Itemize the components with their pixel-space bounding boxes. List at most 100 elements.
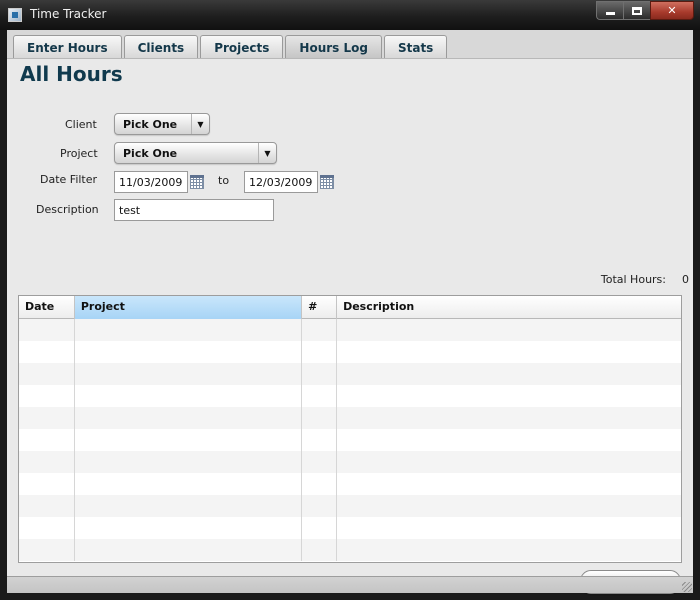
table-cell [337, 429, 681, 451]
table-cell [302, 517, 338, 539]
table-cell [302, 385, 338, 407]
table-row[interactable] [19, 341, 681, 363]
resize-grip-icon[interactable] [682, 582, 692, 592]
table-cell [19, 407, 75, 429]
window-client-area: Enter Hours Clients Projects Hours Log S… [7, 30, 693, 594]
total-hours: Total Hours: 0 [601, 273, 689, 286]
table-cell [19, 517, 75, 539]
description-label: Description [36, 203, 99, 216]
table-row[interactable] [19, 407, 681, 429]
table-cell [19, 319, 75, 341]
table-cell [75, 473, 303, 495]
tab-enter-hours[interactable]: Enter Hours [13, 35, 122, 59]
app-icon [8, 8, 22, 22]
tab-bar: Enter Hours Clients Projects Hours Log S… [13, 35, 449, 59]
project-label: Project [60, 147, 98, 160]
table-row[interactable] [19, 385, 681, 407]
client-select[interactable]: Pick One ▼ [114, 113, 210, 135]
maximize-button[interactable] [623, 1, 650, 20]
table-cell [302, 407, 338, 429]
table-row[interactable] [19, 319, 681, 341]
table-cell [337, 517, 681, 539]
table-cell [302, 341, 338, 363]
date-to-input[interactable] [244, 171, 318, 193]
table-cell [75, 363, 303, 385]
tab-clients[interactable]: Clients [123, 35, 199, 59]
minimize-button[interactable] [596, 1, 623, 20]
chevron-down-icon: ▼ [191, 114, 209, 134]
tab-stats[interactable]: Stats [383, 35, 448, 59]
date-from-input[interactable] [114, 171, 188, 193]
table-cell [337, 473, 681, 495]
table-row[interactable] [19, 473, 681, 495]
table-row[interactable] [19, 495, 681, 517]
calendar-icon[interactable] [190, 175, 204, 189]
table-cell [75, 517, 303, 539]
table-cell [337, 385, 681, 407]
table-cell [19, 363, 75, 385]
table-cell [337, 495, 681, 517]
minimize-icon [605, 12, 615, 15]
tab-hours-log[interactable]: Hours Log [285, 35, 382, 59]
table-cell [19, 495, 75, 517]
page-title: All Hours [20, 62, 123, 86]
table-cell [302, 451, 338, 473]
table-row[interactable] [19, 539, 681, 561]
table-row[interactable] [19, 429, 681, 451]
table-row[interactable] [19, 363, 681, 385]
table-cell [302, 429, 338, 451]
table-cell [302, 539, 338, 561]
column-header-project[interactable]: Project [74, 296, 303, 319]
table-cell [19, 429, 75, 451]
description-input[interactable] [114, 199, 274, 221]
project-select-value: Pick One [123, 146, 178, 160]
close-button[interactable]: ✕ [650, 1, 694, 20]
hours-log-panel: All Hours Client Pick One ▼ Project Pick… [7, 58, 693, 594]
maximize-icon [632, 6, 642, 15]
calendar-icon[interactable] [320, 175, 334, 189]
table-row[interactable] [19, 517, 681, 539]
table-cell [75, 319, 303, 341]
table-cell [19, 341, 75, 363]
table-header: Date Project # Description [19, 296, 681, 319]
table-cell [75, 429, 303, 451]
chevron-down-icon: ▼ [258, 143, 276, 163]
table-cell [75, 539, 303, 561]
client-label: Client [65, 118, 97, 131]
table-cell [337, 407, 681, 429]
table-cell [75, 407, 303, 429]
client-select-value: Pick One [123, 117, 178, 131]
table-cell [302, 495, 338, 517]
close-icon: ✕ [667, 4, 677, 17]
table-row[interactable] [19, 451, 681, 473]
title-bar[interactable]: Time Tracker ✕ [0, 0, 700, 30]
table-cell [337, 539, 681, 561]
table-cell [302, 319, 338, 341]
column-header-count[interactable]: # [302, 296, 338, 319]
table-cell [337, 451, 681, 473]
table-cell [75, 341, 303, 363]
table-cell [302, 473, 338, 495]
table-cell [75, 385, 303, 407]
date-to-label: to [218, 174, 230, 187]
table-cell [19, 385, 75, 407]
project-select[interactable]: Pick One ▼ [114, 142, 277, 164]
tab-projects[interactable]: Projects [200, 35, 284, 59]
table-cell [19, 539, 75, 561]
window-controls: ✕ [596, 1, 694, 21]
total-hours-value: 0 [682, 273, 689, 286]
table-body [19, 319, 681, 561]
table-cell [302, 363, 338, 385]
table-cell [337, 363, 681, 385]
table-cell [337, 319, 681, 341]
date-filter-label: Date Filter [40, 173, 98, 186]
status-bar [7, 576, 693, 593]
table-cell [337, 341, 681, 363]
column-header-date[interactable]: Date [19, 296, 75, 319]
table-cell [19, 473, 75, 495]
hours-table[interactable]: Date Project # Description [18, 295, 682, 563]
table-cell [75, 495, 303, 517]
total-hours-label: Total Hours: [600, 273, 666, 286]
table-cell [19, 451, 75, 473]
column-header-description[interactable]: Description [337, 296, 681, 319]
